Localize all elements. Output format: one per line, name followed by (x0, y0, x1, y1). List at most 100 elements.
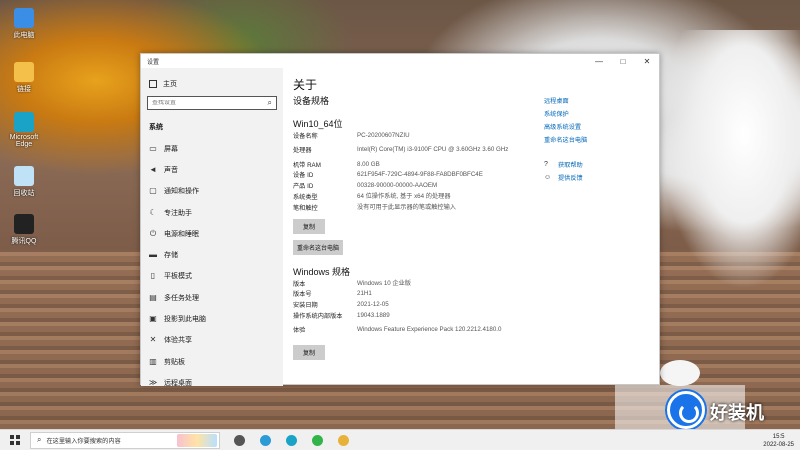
copy-windows-specs-button[interactable]: 复制 (293, 344, 326, 360)
spec-row: 操作系统内部版本 19043.1889 (293, 310, 533, 321)
spec-key: 产品 ID (293, 183, 314, 191)
windows-specs-table: 版本 Windows 10 企业版 版本号 21H1 安装日期 2021-12-05 操作系… (293, 278, 533, 339)
sidebar-item[interactable]: ≫ 远程桌面 (141, 372, 283, 393)
spec-row: 设备 ID 621F954F-729C-4894-9F88-FA8DBF0BFC4… (293, 170, 533, 181)
sidebar-item-label: 平板模式 (164, 273, 192, 281)
sidebar-item[interactable]: ✕ 体验共享 (141, 330, 283, 351)
about-content: 关于 设备规格 Win10_64位 设备名称 PC-20200607NZIU 处理器… (293, 76, 533, 360)
desktop-icon-label: 回收站 (13, 190, 35, 197)
sidebar-item-label: 主页 (163, 81, 177, 88)
related-link[interactable]: 高级系统设置 (544, 122, 654, 135)
sidebar-section-title: 系统 (149, 124, 163, 131)
sidebar-item[interactable]: ▯ 平板模式 (141, 266, 283, 287)
spec-key: 体验 (293, 327, 306, 335)
related-settings: 远程桌面 系统保护 高级系统设置 重命名这台电脑 ? 获取帮助 ☺ 提供反馈 (544, 96, 654, 184)
sidebar-item-label: 存储 (164, 252, 178, 260)
device-specs-table: 设备名称 PC-20200607NZIU 处理器 Intel(R) Core(TM) … (293, 130, 533, 213)
sidebar-item[interactable]: ▬ 存储 (141, 244, 283, 265)
search-box[interactable]: ⌕ (147, 96, 277, 110)
focus-assist-icon: ☾ (149, 207, 157, 217)
link-folder-icon (14, 62, 34, 82)
wallpaper-paw (660, 360, 700, 386)
sidebar-item[interactable]: ▭ 屏幕 (141, 138, 283, 159)
desktop-icon-label: 此电脑 (13, 32, 35, 39)
sound-icon: ◄ (149, 164, 157, 174)
maximize-button[interactable]: □ (611, 54, 635, 68)
sidebar-item-label: 投影到此电脑 (164, 316, 206, 324)
clock[interactable]: 15:5 2022-08-25 (763, 433, 794, 449)
sidebar-item-label: 多任务处理 (164, 294, 199, 302)
sidebar-item[interactable]: ☾ 专注助手 (141, 202, 283, 223)
desktop-icon[interactable]: 腾讯QQ (4, 214, 44, 246)
sidebar-item[interactable]: ▣ 投影到此电脑 (141, 308, 283, 329)
taskbar-search-placeholder: 在这里输入你要搜索的内容 (46, 437, 121, 445)
search-input[interactable] (152, 100, 252, 106)
spec-key: 安装日期 (293, 302, 318, 310)
taskbar-app-button[interactable] (278, 430, 304, 450)
spec-key: 版本 (293, 280, 306, 288)
taskbar-app-button[interactable] (226, 430, 252, 450)
rename-pc-button[interactable]: 重命名这台电脑 (293, 239, 344, 255)
help-link[interactable]: ☺ 提供反馈 (544, 171, 654, 184)
storage-icon: ▬ (149, 250, 157, 260)
spec-value: Windows Feature Experience Pack 120.2212… (357, 326, 502, 334)
related-link[interactable]: 远程桌面 (544, 96, 654, 109)
spec-key: 操作系统内部版本 (293, 313, 343, 321)
system-tray: 15:5 2022-08-25 (757, 430, 794, 450)
taskbar: ⌕ 在这里输入你要搜索的内容 15:5 2022-08-25 (0, 429, 800, 450)
projecting-icon: ▣ (149, 314, 157, 324)
spec-row: 机带 RAM 8.00 GB (293, 159, 533, 170)
desktop-icon-label: 链接 (17, 86, 31, 93)
title-bar[interactable]: 设置 — □ ✕ (141, 54, 659, 68)
sidebar-item[interactable]: ▢ 通知和操作 (141, 181, 283, 202)
sidebar-item[interactable]: ◄ 声音 (141, 159, 283, 180)
taskbar-app-button[interactable] (304, 430, 330, 450)
start-button[interactable] (0, 430, 30, 450)
search-icon: ⌕ (37, 435, 42, 444)
sidebar-item-label: 电源和睡眠 (164, 230, 199, 238)
qq-icon (14, 214, 34, 234)
spec-row: 处理器 Intel(R) Core(TM) i3-9100F CPU @ 3.60… (293, 141, 533, 159)
window-title: 设置 (147, 59, 160, 66)
edge-taskbar-icon (285, 434, 297, 446)
clock-date: 2022-08-25 (763, 441, 794, 448)
help-link[interactable]: ? 获取帮助 (544, 158, 654, 171)
related-link[interactable]: 重命名这台电脑 (544, 135, 654, 148)
edge-icon (14, 112, 34, 132)
spec-row: 安装日期 2021-12-05 (293, 299, 533, 310)
spec-value: Windows 10 企业版 (357, 279, 411, 287)
taskbar-app-button[interactable] (252, 430, 278, 450)
search-icon[interactable]: ⌕ (268, 98, 272, 108)
settings-sidebar: 主页 ⌕ 系统 ▭ 屏幕 ◄ 声音 ▢ 通知和操作 ☾ 专注助手 ⏻ 电源和睡眠 ▬ 存储 ▯ 平板模式 ▤… (141, 68, 283, 387)
clock-time: 15:5 (772, 433, 785, 440)
device-spec-heading: 设备规格 (293, 96, 330, 106)
sidebar-item[interactable]: ▥ 剪贴板 (141, 351, 283, 372)
spec-value: 64 位操作系统, 基于 x64 的处理器 (357, 193, 451, 201)
sidebar-item-label: 声音 (164, 166, 178, 174)
spec-key: 笔和触控 (293, 204, 318, 212)
related-link[interactable]: 系统保护 (544, 109, 654, 122)
desktop-icon[interactable]: 回收站 (4, 166, 44, 198)
taskbar-app-button[interactable] (330, 430, 356, 450)
sidebar-item-home[interactable]: 主页 (141, 76, 283, 92)
page-title: 关于 (293, 78, 318, 92)
sidebar-item[interactable]: ⏻ 电源和睡眠 (141, 223, 283, 244)
spec-key: 版本号 (293, 291, 312, 299)
spec-value: 00328-90000-00000-AAOEM (357, 182, 438, 190)
close-button[interactable]: ✕ (635, 54, 659, 68)
computer-icon (14, 8, 34, 28)
taskbar-search[interactable]: ⌕ 在这里输入你要搜索的内容 (30, 431, 220, 449)
shared-experience-icon: ✕ (149, 335, 157, 345)
feedback-icon: ☺ (544, 173, 552, 181)
desktop-icon-label: Microsoft Edge (9, 134, 39, 148)
copy-device-specs-button[interactable]: 复制 (293, 218, 326, 234)
desktop-icon[interactable]: 链接 (4, 62, 44, 94)
spec-value: 621F954F-729C-4894-9F88-FA8DBF0BFC4E (357, 171, 483, 179)
spec-value: 8.00 GB (357, 160, 380, 168)
minimize-button[interactable]: — (587, 54, 611, 68)
power-icon: ⏻ (149, 228, 157, 238)
notifications-icon: ▢ (149, 186, 157, 196)
sidebar-item[interactable]: ▤ 多任务处理 (141, 287, 283, 308)
desktop-icon[interactable]: 此电脑 (4, 8, 44, 40)
desktop-icon[interactable]: Microsoft Edge (4, 112, 44, 148)
